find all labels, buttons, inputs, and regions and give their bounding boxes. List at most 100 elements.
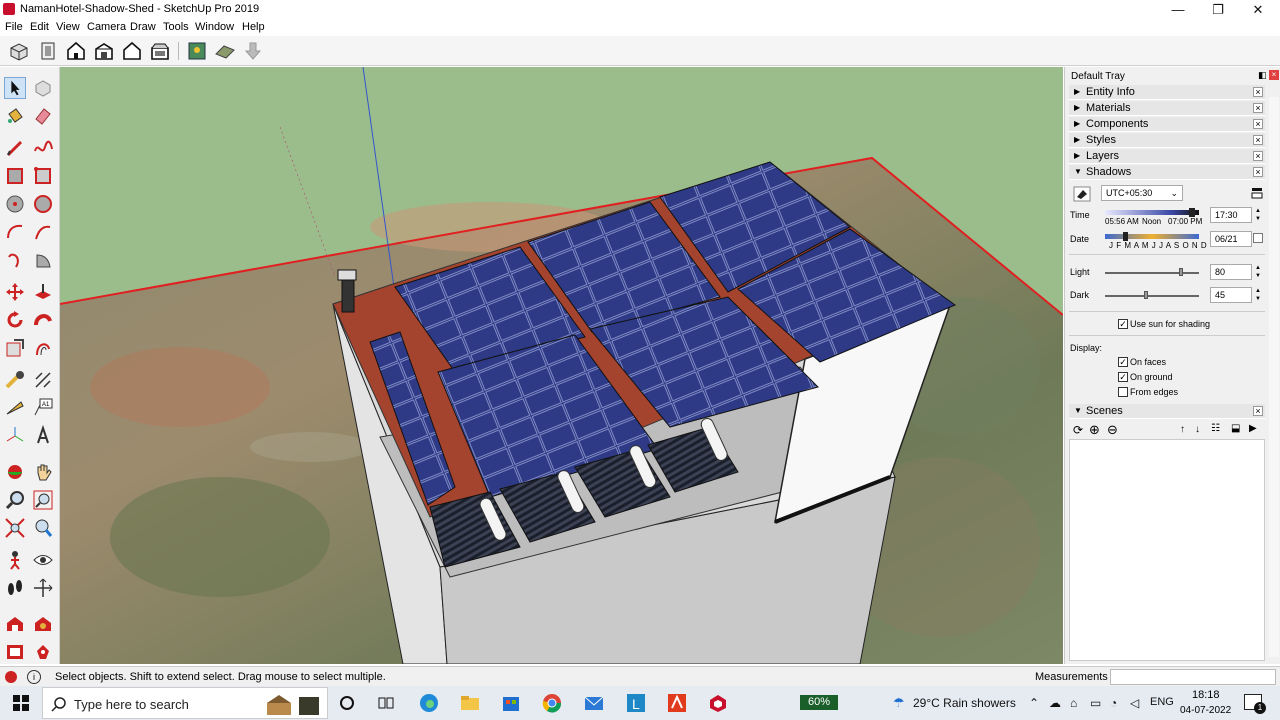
details-icon[interactable]: ⬓ bbox=[1231, 423, 1240, 434]
light-input[interactable]: 80 bbox=[1210, 264, 1252, 280]
3d-viewport[interactable] bbox=[60, 67, 1063, 664]
arc-icon[interactable] bbox=[4, 221, 26, 243]
panel-shadows[interactable]: ▼ Shadows × bbox=[1069, 165, 1265, 180]
paint-bucket-icon[interactable] bbox=[4, 105, 26, 127]
tape-measure-icon[interactable] bbox=[4, 369, 26, 391]
select-arrow-icon[interactable] bbox=[4, 77, 26, 99]
rotate-icon[interactable] bbox=[4, 309, 26, 331]
timezone-select[interactable]: UTC+05:30 ⌄ bbox=[1101, 185, 1183, 201]
two-point-arc-icon[interactable] bbox=[32, 221, 54, 243]
use-sun-checkbox[interactable]: ✓ bbox=[1118, 319, 1128, 329]
panel-close-icon[interactable]: × bbox=[1253, 151, 1263, 161]
polygon-icon[interactable] bbox=[32, 193, 54, 215]
add-scene-icon[interactable]: ⊕ bbox=[1089, 422, 1100, 438]
on-faces-checkbox[interactable]: ✓ bbox=[1118, 357, 1128, 367]
layout-app-icon[interactable]: L bbox=[625, 692, 647, 714]
panel-close-icon[interactable]: × bbox=[1253, 167, 1263, 177]
toggle-terrain-icon[interactable] bbox=[214, 40, 236, 62]
network-icon[interactable]: ⌂ bbox=[1070, 696, 1077, 710]
tray-scrollbar[interactable] bbox=[1269, 97, 1279, 657]
add-location-icon[interactable] bbox=[186, 40, 208, 62]
walk-footprints-icon[interactable] bbox=[4, 577, 26, 599]
show-details-icon[interactable]: ▶ bbox=[1249, 423, 1257, 434]
weather-icon[interactable]: ☂ bbox=[893, 695, 905, 711]
volume-icon[interactable]: ◁ bbox=[1130, 696, 1139, 710]
chevron-up-icon[interactable]: ⌃ bbox=[1029, 696, 1039, 710]
chrome-icon[interactable] bbox=[541, 692, 563, 714]
back-view-icon[interactable] bbox=[121, 40, 143, 62]
pin-icon[interactable]: ◧ bbox=[1258, 70, 1267, 81]
edge-browser-icon[interactable] bbox=[418, 692, 440, 714]
clock-time[interactable]: 18:18 bbox=[1192, 689, 1220, 701]
follow-me-icon[interactable] bbox=[32, 309, 54, 331]
freehand-icon[interactable] bbox=[32, 137, 54, 159]
light-slider[interactable] bbox=[1105, 272, 1199, 274]
clock-date[interactable]: 04-07-2022 bbox=[1180, 705, 1231, 716]
time-slider[interactable] bbox=[1105, 210, 1199, 215]
iso-view-icon[interactable] bbox=[8, 40, 30, 62]
dimension-icon[interactable] bbox=[32, 369, 54, 391]
date-input[interactable]: 06/21 bbox=[1210, 231, 1252, 247]
sketchup-taskbar-icon[interactable] bbox=[707, 692, 729, 714]
dark-slider[interactable] bbox=[1105, 295, 1199, 297]
mail-icon[interactable] bbox=[583, 692, 605, 714]
menu-draw[interactable]: Draw bbox=[130, 21, 156, 33]
task-view-circle-icon[interactable] bbox=[336, 692, 358, 714]
light-slider-knob[interactable] bbox=[1179, 268, 1183, 276]
scale-icon[interactable] bbox=[4, 337, 26, 359]
right-view-icon[interactable] bbox=[93, 40, 115, 62]
text-label-icon[interactable]: A1 bbox=[32, 397, 54, 419]
axes-icon[interactable] bbox=[4, 425, 26, 447]
send-to-layout-icon[interactable] bbox=[4, 641, 26, 663]
extension-manager-icon[interactable] bbox=[32, 641, 54, 663]
menu-tools[interactable]: Tools bbox=[163, 21, 189, 33]
top-view-icon[interactable] bbox=[37, 40, 59, 62]
shadow-toggle-icon[interactable] bbox=[1073, 186, 1091, 202]
move-up-icon[interactable]: ↑ bbox=[1180, 424, 1185, 435]
3d-text-icon[interactable] bbox=[32, 425, 54, 447]
panel-materials[interactable]: ▶ Materials × bbox=[1069, 101, 1265, 116]
taskbar-search-box[interactable]: Type here to search bbox=[42, 687, 328, 719]
panel-close-icon[interactable]: × bbox=[1253, 135, 1263, 145]
menu-camera[interactable]: Camera bbox=[87, 21, 126, 33]
menu-help[interactable]: Help bbox=[242, 21, 265, 33]
from-edges-checkbox[interactable] bbox=[1118, 387, 1128, 397]
panel-components[interactable]: ▶ Components × bbox=[1069, 117, 1265, 132]
task-view-icon[interactable] bbox=[375, 692, 397, 714]
view-options-icon[interactable]: ☷ bbox=[1211, 423, 1220, 434]
orbit-icon[interactable] bbox=[4, 461, 26, 483]
acrobat-icon[interactable] bbox=[666, 692, 688, 714]
dark-input[interactable]: 45 bbox=[1210, 287, 1252, 303]
model-scene[interactable] bbox=[60, 67, 1063, 664]
refresh-icon[interactable]: ⟳ bbox=[1073, 423, 1083, 437]
look-around-eye-icon[interactable] bbox=[32, 549, 54, 571]
windows-start-icon[interactable] bbox=[10, 692, 32, 714]
weather-text[interactable]: 29°C Rain showers bbox=[913, 696, 1016, 710]
protractor-icon[interactable] bbox=[4, 397, 26, 419]
panel-close-icon[interactable]: × bbox=[1253, 406, 1263, 416]
eraser-icon[interactable] bbox=[32, 105, 54, 127]
pie-icon[interactable] bbox=[32, 249, 54, 271]
tray-close-icon[interactable]: × bbox=[1269, 70, 1279, 80]
line-pencil-icon[interactable] bbox=[4, 137, 26, 159]
close-button[interactable]: ✕ bbox=[1238, 1, 1278, 19]
extension-warehouse-icon[interactable] bbox=[32, 613, 54, 635]
maximize-button[interactable]: ❐ bbox=[1198, 1, 1238, 19]
panel-scenes[interactable]: ▼ Scenes × bbox=[1069, 404, 1265, 419]
warehouse-icon[interactable] bbox=[4, 613, 26, 635]
menu-view[interactable]: View bbox=[56, 21, 80, 33]
move-down-icon[interactable]: ↓ bbox=[1195, 424, 1200, 435]
panel-close-icon[interactable]: × bbox=[1253, 87, 1263, 97]
store-icon[interactable] bbox=[500, 692, 522, 714]
front-view-icon[interactable] bbox=[65, 40, 87, 62]
minimize-button[interactable]: — bbox=[1158, 1, 1198, 19]
circle-icon[interactable] bbox=[4, 193, 26, 215]
panel-close-icon[interactable]: × bbox=[1253, 103, 1263, 113]
make-component-icon[interactable] bbox=[32, 77, 54, 99]
panel-styles[interactable]: ▶ Styles × bbox=[1069, 133, 1265, 148]
get-photo-texture-icon[interactable] bbox=[242, 40, 264, 62]
remove-scene-icon[interactable]: ⊖ bbox=[1107, 422, 1118, 438]
position-camera-icon[interactable] bbox=[4, 549, 26, 571]
panel-close-icon[interactable]: × bbox=[1253, 119, 1263, 129]
battery-icon[interactable]: ▭ bbox=[1090, 696, 1101, 710]
